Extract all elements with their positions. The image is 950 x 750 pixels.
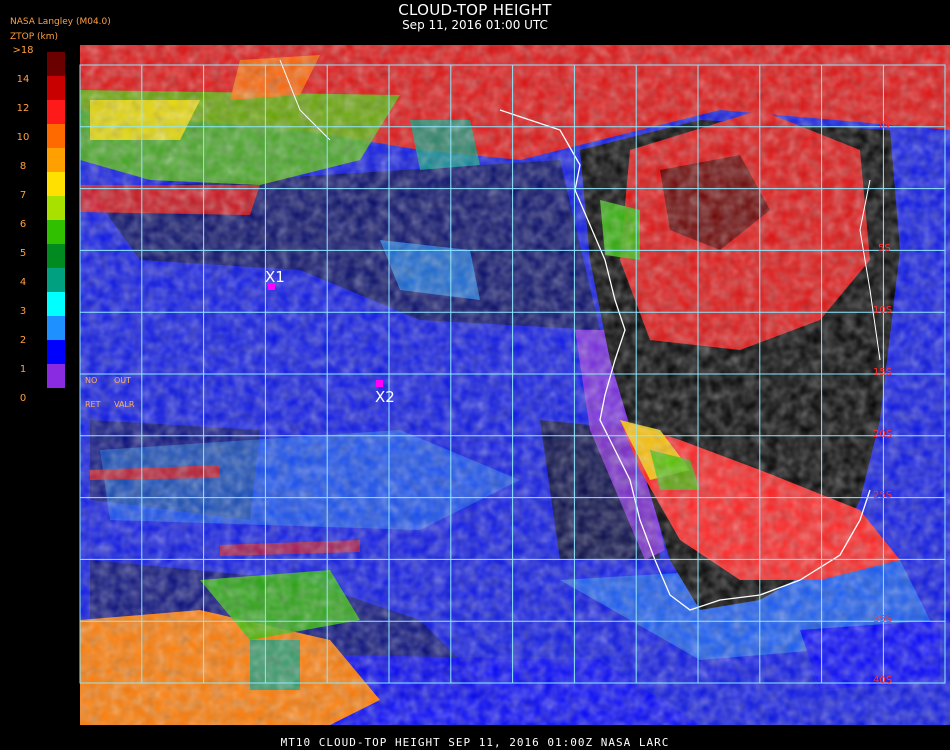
legend-ret-label: RET <box>85 400 101 409</box>
marker-x2[interactable] <box>376 380 383 387</box>
marker-x2-label: X2 <box>375 388 395 406</box>
latitude-label: 20S <box>873 429 893 440</box>
cloud-field <box>80 45 950 725</box>
legend-tick-label: 8 <box>19 161 27 172</box>
legend-swatch <box>47 364 65 388</box>
latitude-label: 10S <box>873 305 893 316</box>
page-title: CLOUD-TOP HEIGHT <box>398 1 552 19</box>
legend-swatch <box>47 196 65 220</box>
legend-swatch <box>47 268 65 292</box>
latitude-label: 5S <box>878 243 891 254</box>
legend-swatch <box>47 76 65 100</box>
latitude-label: 5N <box>876 120 890 131</box>
marker-x1-label: X1 <box>265 268 285 286</box>
latitude-label: 35S <box>873 614 893 625</box>
provider-label: NASA Langley (M04.0) <box>10 17 111 27</box>
legend-swatch <box>47 316 65 340</box>
legend-tick-label: 3 <box>19 306 27 317</box>
legend-tick-label: 4 <box>19 277 27 288</box>
satellite-map[interactable] <box>0 0 950 750</box>
page-subtitle: Sep 11, 2016 01:00 UTC <box>402 18 548 32</box>
legend-no-label: NO <box>85 376 98 385</box>
legend-tick-label: 1 <box>19 364 27 375</box>
legend-valr-label: VALR <box>114 400 135 409</box>
legend-tick-label: 2 <box>19 335 27 346</box>
legend-tick-label: 5 <box>19 248 27 259</box>
legend-tick-label: >18 <box>12 45 34 56</box>
legend-swatch <box>47 340 65 364</box>
latitude-label: 40S <box>873 675 893 686</box>
legend-swatch <box>47 244 65 268</box>
legend-tick-label: 0 <box>19 393 27 404</box>
legend-title: ZTOP (km) <box>10 32 59 42</box>
latitude-label: 15S <box>873 367 893 378</box>
legend-tick-label: 7 <box>19 190 27 201</box>
legend-swatch <box>47 52 65 76</box>
footer-caption: MT10 CLOUD-TOP HEIGHT SEP 11, 2016 01:00… <box>280 736 670 749</box>
legend-out-label: OUT <box>114 376 132 385</box>
legend-swatch <box>47 292 65 316</box>
latitude-label: 25S <box>873 490 893 501</box>
legend-swatch <box>47 172 65 196</box>
legend-tick-label: 10 <box>16 132 30 143</box>
legend-tick-label: 12 <box>16 103 30 114</box>
legend-tick-label: 14 <box>16 74 30 85</box>
legend-tick-label: 6 <box>19 219 27 230</box>
legend-swatch <box>47 124 65 148</box>
legend-swatch <box>47 148 65 172</box>
legend-swatch <box>47 100 65 124</box>
legend-swatch <box>47 220 65 244</box>
